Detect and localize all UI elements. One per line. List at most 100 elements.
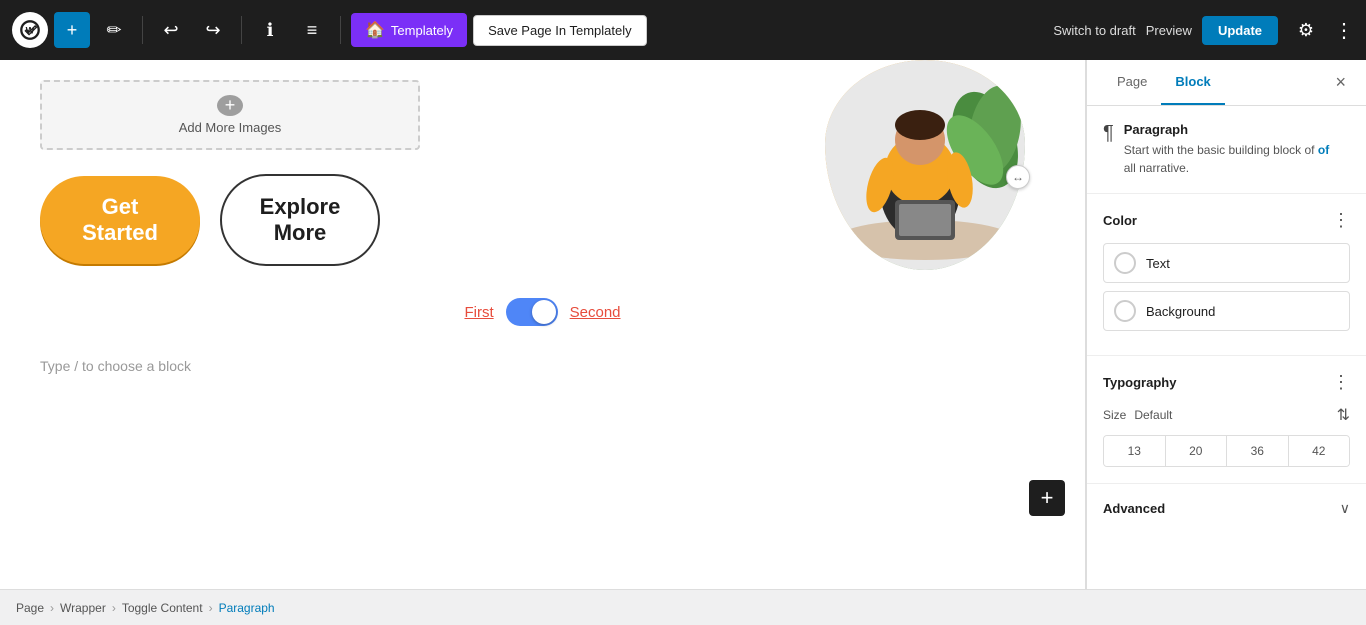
tab-page-label: Page — [1117, 74, 1147, 89]
templately-button[interactable]: 🏠 Templately — [351, 13, 467, 47]
size-controls-icon[interactable]: ⇅ — [1337, 405, 1350, 425]
size-option-20[interactable]: 20 — [1166, 436, 1228, 466]
size-option-42[interactable]: 42 — [1289, 436, 1350, 466]
resize-icon: ↔ — [1012, 170, 1024, 184]
floating-plus-icon: + — [1041, 485, 1054, 511]
plus-icon: + — [67, 20, 78, 41]
block-desc-part1: Start with the basic building block of — [1124, 143, 1315, 157]
tab-block-label: Block — [1175, 74, 1210, 89]
pencil-icon: ✏ — [106, 20, 121, 41]
breadcrumb-toggle-content[interactable]: Toggle Content — [122, 601, 203, 615]
size-13-label: 13 — [1128, 444, 1141, 458]
size-20-label: 20 — [1189, 444, 1202, 458]
size-option-13[interactable]: 13 — [1104, 436, 1166, 466]
get-started-label: GetStarted — [82, 194, 158, 245]
typography-label: Typography — [1103, 375, 1176, 390]
undo-button[interactable]: ↩ — [153, 12, 189, 48]
gear-icon: ⚙ — [1298, 20, 1314, 41]
size-row: Size Default ⇅ — [1103, 405, 1350, 425]
advanced-label: Advanced — [1103, 501, 1165, 516]
preview-button[interactable]: Preview — [1146, 23, 1192, 38]
advanced-header[interactable]: Advanced ∨ — [1103, 500, 1350, 517]
wp-logo[interactable]: W — [12, 12, 48, 48]
tab-block[interactable]: Block — [1161, 60, 1224, 105]
size-option-36[interactable]: 36 — [1227, 436, 1289, 466]
right-panel: Page Block × ¶ Paragraph Start with t — [1086, 60, 1366, 589]
more-options-button[interactable]: ⋮ — [1334, 18, 1354, 43]
block-name: Paragraph — [1124, 122, 1188, 137]
add-images-block[interactable]: + Add More Images — [40, 80, 420, 150]
chevron-down-icon: ∨ — [1340, 500, 1350, 517]
redo-button[interactable]: ↪ — [195, 12, 231, 48]
size-default: Default — [1134, 408, 1172, 422]
size-options: 13 20 36 42 — [1103, 435, 1350, 467]
toggle-first-label: First — [464, 304, 493, 321]
templately-label: Templately — [391, 23, 453, 38]
background-color-row[interactable]: Background — [1103, 291, 1350, 331]
undo-icon: ↩ — [163, 20, 178, 41]
preview-label: Preview — [1146, 23, 1192, 38]
add-images-icon: + — [217, 95, 243, 116]
color-section: Color ⋮ Text Background — [1087, 194, 1366, 356]
topbar-right: Switch to draft Preview Update ⚙ ⋮ — [1053, 12, 1354, 48]
typography-section: Typography ⋮ Size Default ⇅ 13 20 36 — [1087, 356, 1366, 484]
panel-tabs: Page Block × — [1087, 60, 1366, 106]
explore-more-button[interactable]: ExploreMore — [220, 174, 380, 266]
menu-icon: ≡ — [307, 20, 318, 41]
panel-tab-group: Page Block — [1103, 60, 1225, 105]
more-icon: ⋮ — [1334, 20, 1354, 42]
paragraph-icon: ¶ — [1103, 122, 1114, 145]
typography-header: Typography ⋮ — [1103, 372, 1350, 393]
topbar: W + ✏ ↩ ↪ ℹ ≡ 🏠 Templately Save Page In … — [0, 0, 1366, 60]
color-options-button[interactable]: ⋮ — [1332, 210, 1350, 231]
edit-button[interactable]: ✏ — [96, 12, 132, 48]
canvas: ↔ + Add More Images GetStarted ExploreMo… — [0, 60, 1086, 589]
color-section-header: Color ⋮ — [1103, 210, 1350, 231]
info-icon: ℹ — [267, 20, 274, 41]
typography-options-button[interactable]: ⋮ — [1332, 372, 1350, 393]
size-36-label: 36 — [1251, 444, 1264, 458]
save-page-label: Save Page In Templately — [488, 23, 632, 38]
block-description: Start with the basic building block of o… — [1124, 141, 1329, 177]
size-label: Size — [1103, 408, 1126, 422]
add-block-button[interactable]: + — [54, 12, 90, 48]
text-color-row[interactable]: Text — [1103, 243, 1350, 283]
settings-button[interactable]: ⚙ — [1288, 12, 1324, 48]
breadcrumb-sep-2: › — [112, 601, 116, 615]
toggle-second-label: Second — [570, 304, 621, 321]
bg-color-circle — [1114, 300, 1136, 322]
add-images-label: Add More Images — [179, 120, 282, 135]
switch-draft-label: Switch to draft — [1053, 23, 1135, 38]
toggle-knob — [532, 300, 556, 324]
toggle-switch[interactable] — [506, 298, 558, 326]
bg-color-label: Background — [1146, 304, 1215, 319]
text-color-label: Text — [1146, 256, 1170, 271]
svg-text:W: W — [26, 26, 35, 36]
text-color-circle — [1114, 252, 1136, 274]
get-started-button[interactable]: GetStarted — [40, 176, 200, 264]
main-area: ↔ + Add More Images GetStarted ExploreMo… — [0, 60, 1366, 589]
breadcrumb-page[interactable]: Page — [16, 601, 44, 615]
close-panel-button[interactable]: × — [1331, 68, 1350, 97]
type-placeholder: Type / to choose a block — [40, 358, 191, 374]
breadcrumb-wrapper[interactable]: Wrapper — [60, 601, 106, 615]
update-label: Update — [1218, 23, 1262, 38]
breadcrumb-sep-1: › — [50, 601, 54, 615]
save-page-button[interactable]: Save Page In Templately — [473, 15, 647, 46]
toggle-row: First Second — [40, 298, 1045, 326]
breadcrumb: Page › Wrapper › Toggle Content › Paragr… — [0, 589, 1366, 625]
separator-3 — [340, 16, 341, 44]
tab-page[interactable]: Page — [1103, 60, 1161, 105]
info-button[interactable]: ℹ — [252, 12, 288, 48]
advanced-section: Advanced ∨ — [1087, 484, 1366, 533]
redo-icon: ↪ — [205, 20, 220, 41]
type-block[interactable]: Type / to choose a block — [40, 350, 1045, 382]
block-desc-part2: all narrative. — [1124, 161, 1189, 175]
breadcrumb-paragraph[interactable]: Paragraph — [219, 601, 275, 615]
floating-add-block-button[interactable]: + — [1029, 480, 1065, 516]
update-button[interactable]: Update — [1202, 16, 1278, 45]
menu-button[interactable]: ≡ — [294, 12, 330, 48]
color-label: Color — [1103, 213, 1137, 228]
switch-draft-button[interactable]: Switch to draft — [1053, 23, 1135, 38]
resize-handle[interactable]: ↔ — [1006, 165, 1030, 189]
